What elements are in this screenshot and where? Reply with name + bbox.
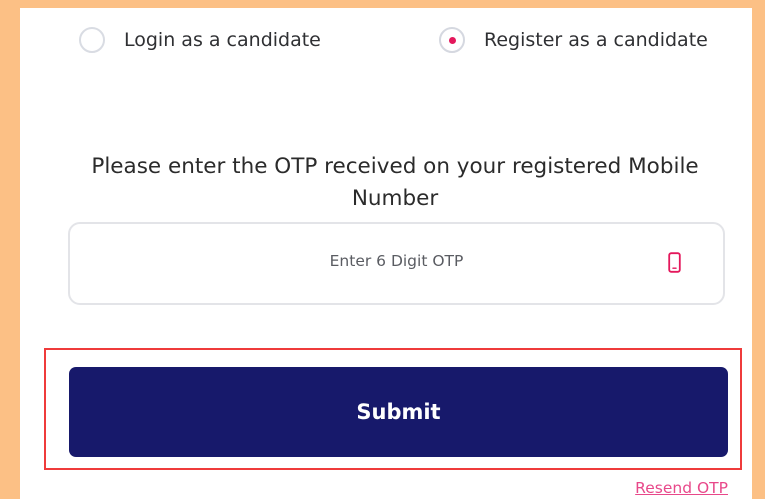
- otp-form-card: Login as a candidate Register as a candi…: [20, 8, 752, 499]
- otp-instruction-text: Please enter the OTP received on your re…: [91, 154, 699, 211]
- register-option-label: Register as a candidate: [484, 29, 708, 51]
- register-radio-button[interactable]: [439, 27, 465, 53]
- register-as-candidate-option[interactable]: Register as a candidate: [439, 27, 708, 53]
- login-as-candidate-option[interactable]: Login as a candidate: [79, 27, 321, 53]
- page-background: Login as a candidate Register as a candi…: [0, 0, 765, 499]
- resend-otp-link[interactable]: Resend OTP: [635, 479, 728, 497]
- otp-input[interactable]: [70, 224, 723, 303]
- otp-field-container[interactable]: [68, 222, 725, 305]
- submit-button[interactable]: Submit: [69, 367, 728, 457]
- login-radio-button[interactable]: [79, 27, 105, 53]
- mobile-phone-icon: [668, 252, 681, 273]
- login-option-label: Login as a candidate: [124, 29, 321, 51]
- radio-selected-dot: [448, 36, 456, 44]
